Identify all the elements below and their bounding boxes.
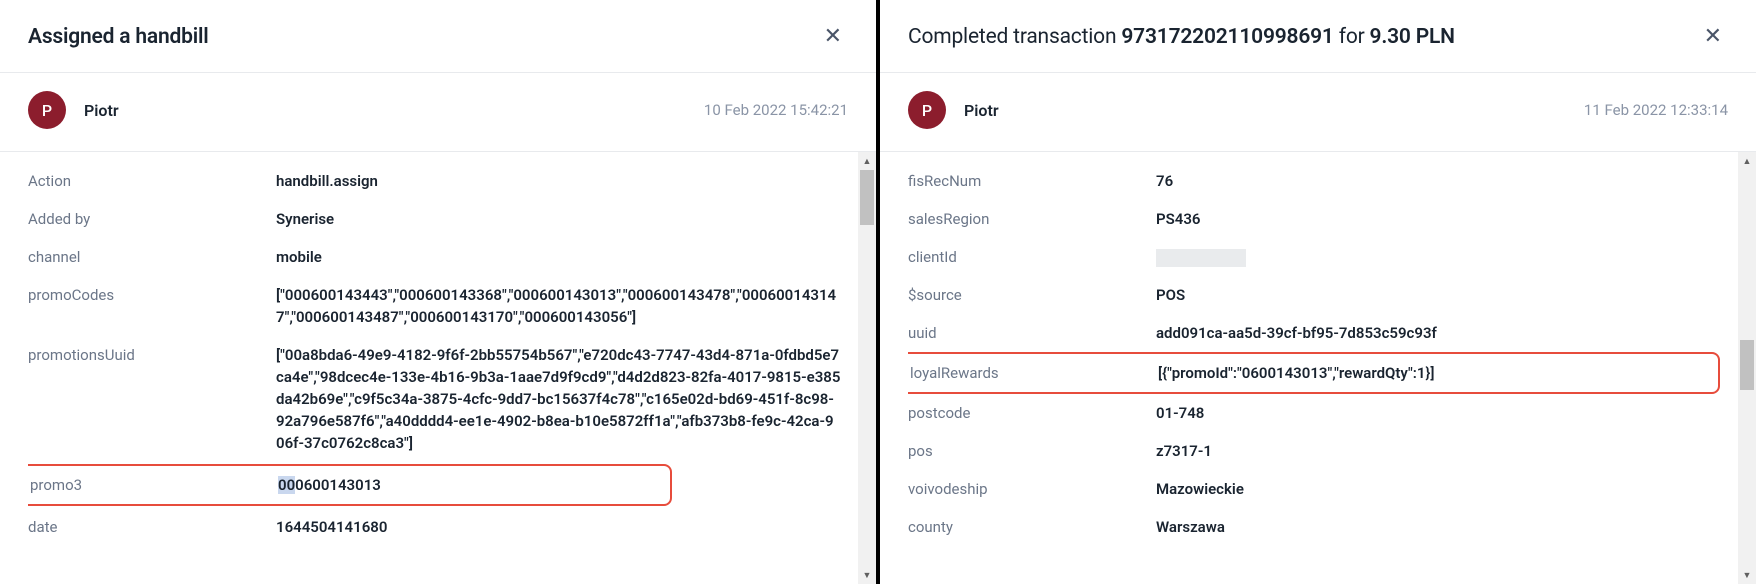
avatar[interactable]: P	[28, 91, 66, 129]
key: date	[28, 516, 276, 538]
key: Added by	[28, 208, 276, 230]
row-loyal-rewards-highlighted: loyalRewards [{"promoId":"0600143013","r…	[908, 352, 1720, 394]
right-title: Completed transaction 973172202110998691…	[908, 25, 1455, 49]
row-voivodeship: voivodeship Mazowieckie	[908, 470, 1732, 508]
timestamp: 11 Feb 2022 12:33:14	[1584, 101, 1728, 119]
row-promo3-highlighted: promo3 000600143013	[28, 464, 672, 506]
close-icon[interactable]: ✕	[1698, 22, 1728, 52]
value: Warszawa	[1156, 516, 1732, 538]
scroll-down-icon[interactable]: ▼	[1738, 566, 1756, 584]
left-title: Assigned a handbill	[28, 25, 209, 49]
text-selection: 00	[278, 476, 295, 494]
left-body: Action handbill.assign Added by Synerise…	[0, 151, 876, 584]
right-header: Completed transaction 973172202110998691…	[880, 0, 1756, 72]
left-header: Assigned a handbill ✕	[0, 0, 876, 72]
value: ["00a8bda6-49e9-4182-9f6f-2bb55754b567",…	[276, 344, 852, 454]
row-postcode: postcode 01-748	[908, 394, 1732, 432]
key: postcode	[908, 402, 1156, 424]
row-promotions-uuid: promotionsUuid ["00a8bda6-49e9-4182-9f6f…	[28, 336, 852, 462]
value: PS436	[1156, 208, 1732, 230]
row-added-by: Added by Synerise	[28, 200, 852, 238]
row-pos: pos z7317-1	[908, 432, 1732, 470]
right-scroll-area[interactable]: fisRecNum 76 salesRegion PS436 clientId …	[908, 152, 1732, 584]
scrollbar-track[interactable]	[1738, 170, 1756, 566]
close-icon[interactable]: ✕	[818, 22, 848, 52]
row-source: $source POS	[908, 276, 1732, 314]
username: Piotr	[84, 101, 119, 120]
left-scroll-area[interactable]: Action handbill.assign Added by Synerise…	[28, 152, 852, 584]
scroll-up-icon[interactable]: ▲	[858, 152, 876, 170]
value: [{"promoId":"0600143013","rewardQty":1}]	[1158, 362, 1718, 384]
key: channel	[28, 246, 276, 268]
value: 01-748	[1156, 402, 1732, 424]
row-fisrecnum: fisRecNum 76	[908, 162, 1732, 200]
row-promo-codes: promoCodes ["000600143443","000600143368…	[28, 276, 852, 336]
scrollbar-thumb[interactable]	[860, 170, 874, 225]
row-channel: channel mobile	[28, 238, 852, 276]
key: salesRegion	[908, 208, 1156, 230]
row-sales-region: salesRegion PS436	[908, 200, 1732, 238]
key: Action	[28, 170, 276, 192]
value: add091ca-aa5d-39cf-bf95-7d853c59c93f	[1156, 322, 1732, 344]
value: Mazowieckie	[1156, 478, 1732, 500]
redacted-value	[1156, 249, 1246, 267]
key: uuid	[908, 322, 1156, 344]
key: pos	[908, 440, 1156, 462]
scrollbar[interactable]: ▲ ▼	[858, 152, 876, 584]
key: $source	[908, 284, 1156, 306]
right-body: fisRecNum 76 salesRegion PS436 clientId …	[880, 151, 1756, 584]
scrollbar-thumb[interactable]	[1740, 340, 1754, 390]
row-action: Action handbill.assign	[28, 162, 852, 200]
right-panel: Completed transaction 973172202110998691…	[880, 0, 1756, 584]
value	[1156, 246, 1732, 268]
value: 76	[1156, 170, 1732, 192]
key: clientId	[908, 246, 1156, 268]
key: promoCodes	[28, 284, 276, 306]
key: voivodeship	[908, 478, 1156, 500]
row-uuid: uuid add091ca-aa5d-39cf-bf95-7d853c59c93…	[908, 314, 1732, 352]
right-user-bar: P Piotr 11 Feb 2022 12:33:14	[880, 72, 1756, 151]
row-client-id: clientId	[908, 238, 1732, 276]
row-date: date 1644504141680	[28, 508, 852, 546]
key: county	[908, 516, 1156, 538]
left-panel: Assigned a handbill ✕ P Piotr 10 Feb 202…	[0, 0, 876, 584]
timestamp: 10 Feb 2022 15:42:21	[704, 101, 848, 119]
avatar[interactable]: P	[908, 91, 946, 129]
value: mobile	[276, 246, 852, 268]
key: fisRecNum	[908, 170, 1156, 192]
value: 1644504141680	[276, 516, 852, 538]
left-user-bar: P Piotr 10 Feb 2022 15:42:21	[0, 72, 876, 151]
username: Piotr	[964, 101, 999, 120]
value: z7317-1	[1156, 440, 1732, 462]
value: Synerise	[276, 208, 852, 230]
value: handbill.assign	[276, 170, 852, 192]
value: POS	[1156, 284, 1732, 306]
key: loyalRewards	[910, 362, 1158, 384]
row-county: county Warszawa	[908, 508, 1732, 546]
value: 000600143013	[278, 474, 670, 496]
key: promo3	[30, 474, 278, 496]
scroll-down-icon[interactable]: ▼	[858, 566, 876, 584]
scrollbar[interactable]: ▲ ▼	[1738, 152, 1756, 584]
scrollbar-track[interactable]	[858, 170, 876, 566]
scroll-up-icon[interactable]: ▲	[1738, 152, 1756, 170]
value: ["000600143443","000600143368","00060014…	[276, 284, 852, 328]
key: promotionsUuid	[28, 344, 276, 366]
